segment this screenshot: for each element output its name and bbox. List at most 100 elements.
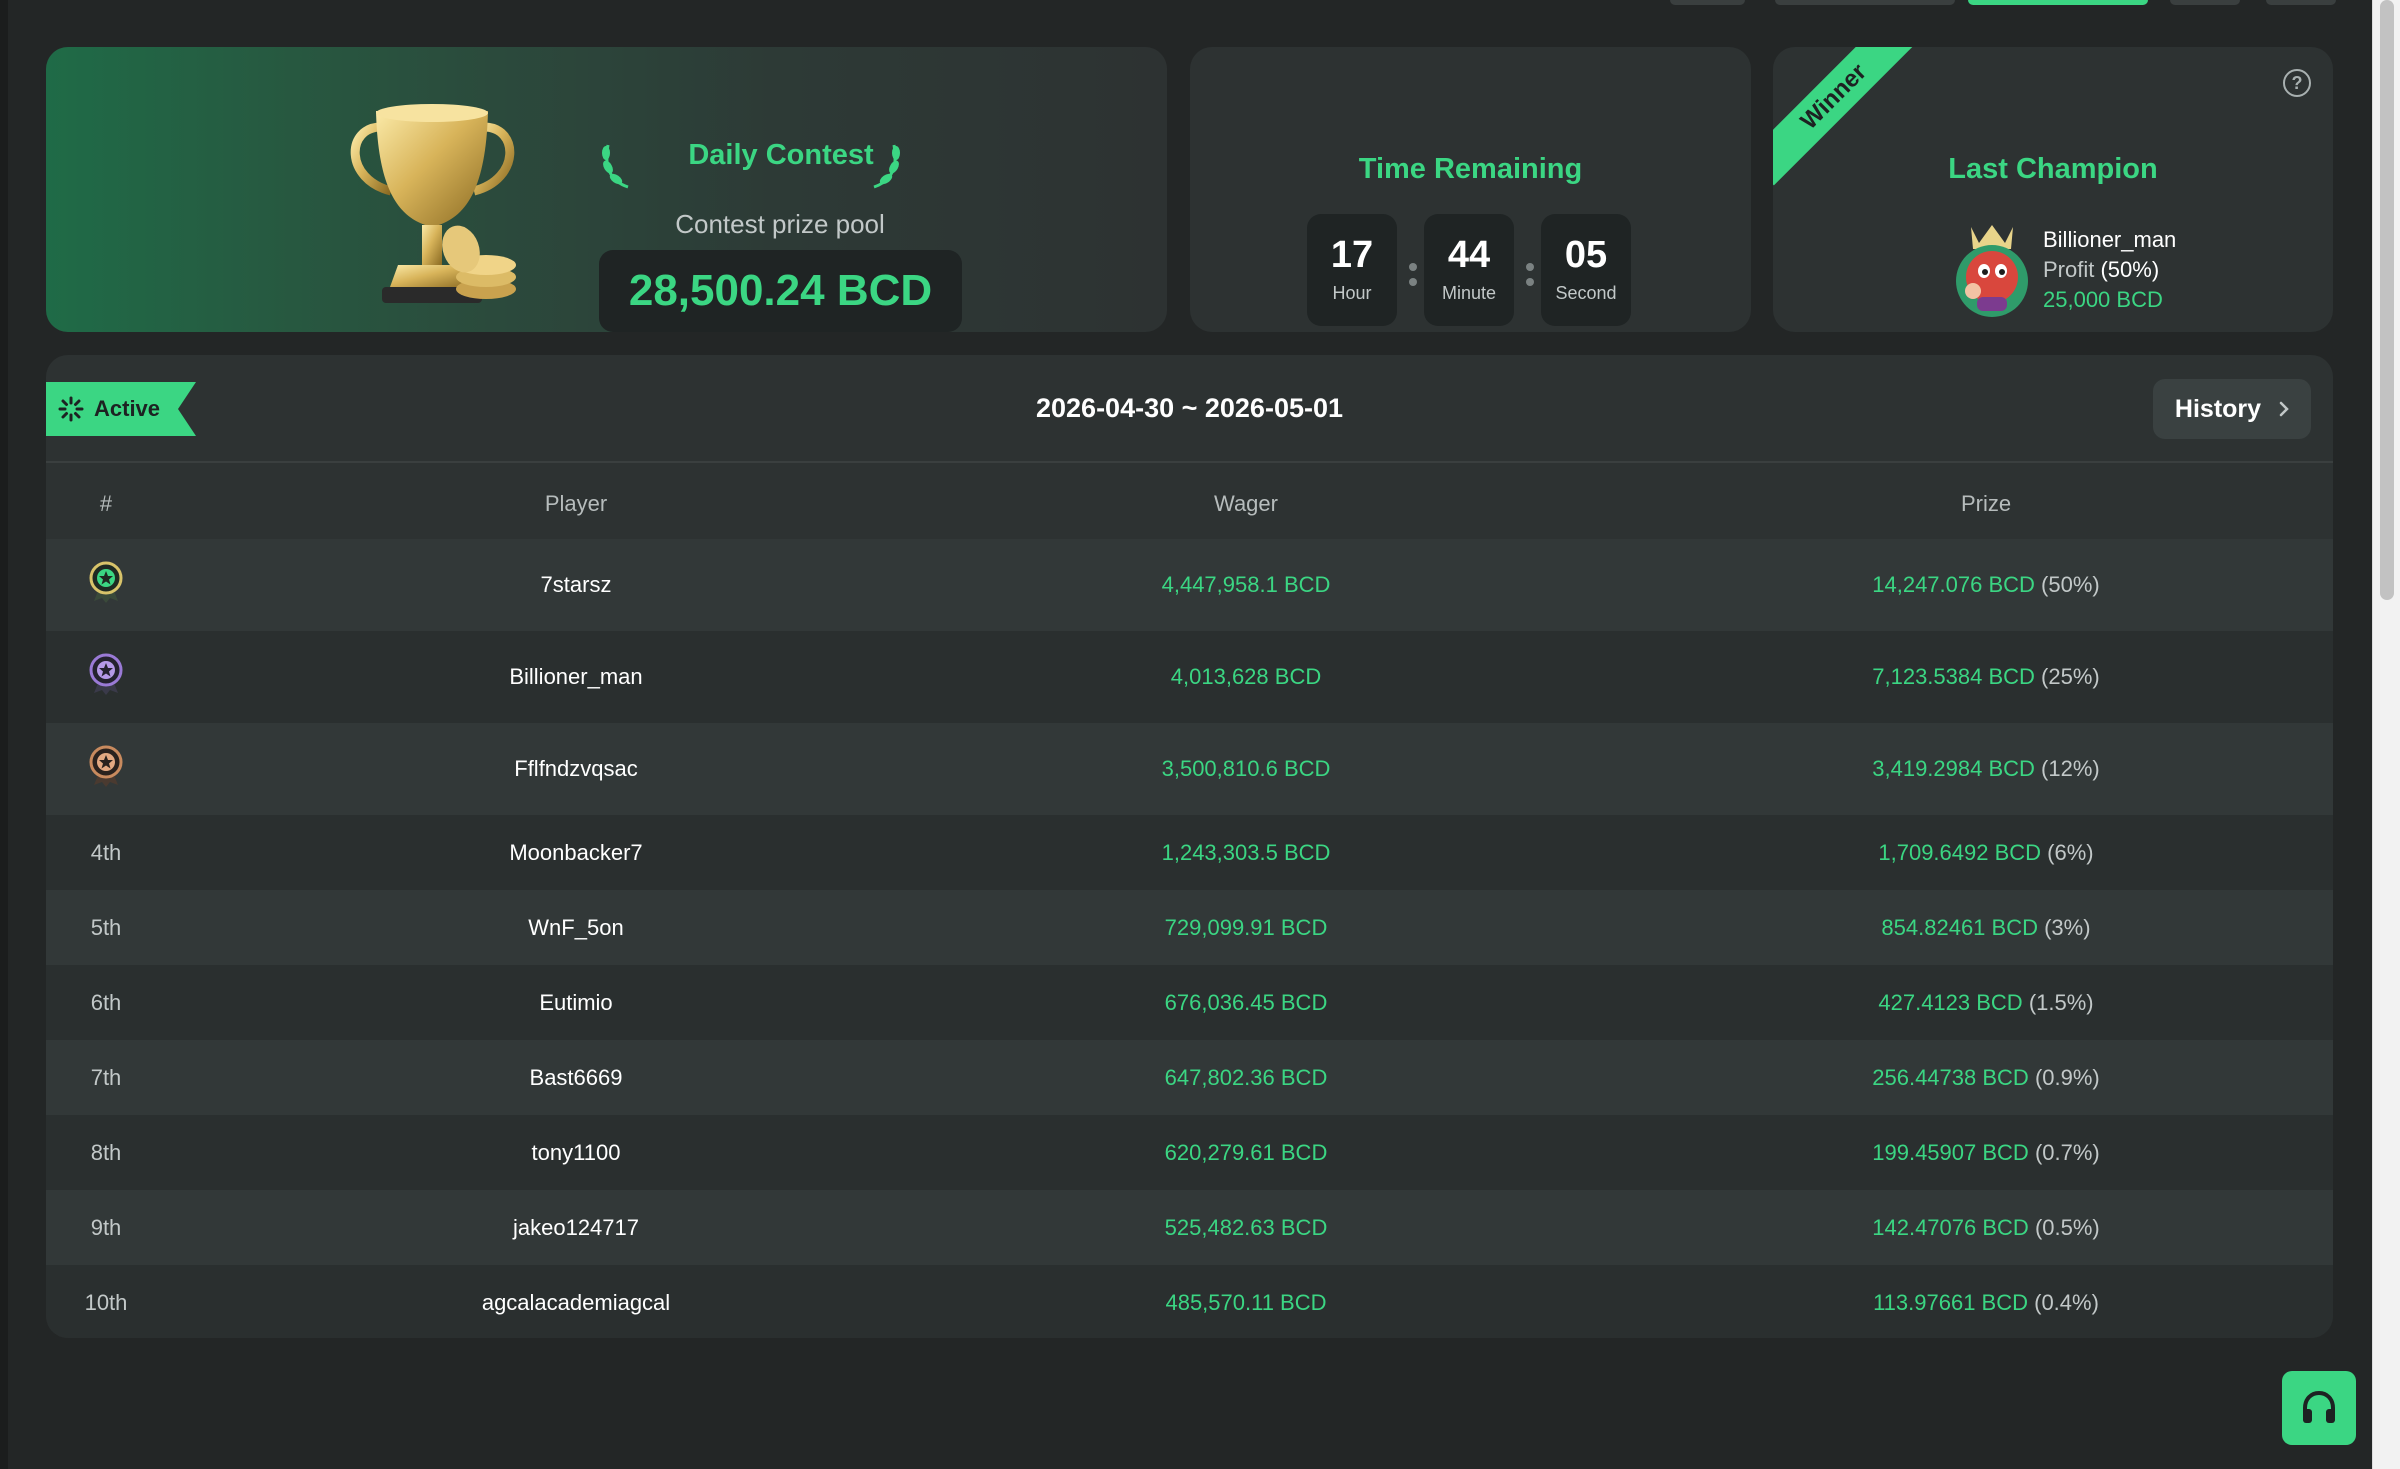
- champion-name: Billioner_man: [2043, 227, 2177, 252]
- player-name[interactable]: WnF_5on: [336, 915, 816, 941]
- gold-medal-icon: [89, 561, 123, 603]
- avatar: [1956, 225, 2028, 317]
- rank-cell: 4th: [90, 839, 122, 865]
- table-row[interactable]: Billioner_man 4,013,628 BCD 7,123.5384 B…: [46, 631, 2333, 723]
- support-button[interactable]: [2282, 1371, 2356, 1445]
- prize-percent: (12%): [2041, 756, 2100, 781]
- contest-page: Daily Contest Contest prize pool 28,500.…: [0, 0, 2372, 1469]
- rank-cell: 8th: [90, 1139, 122, 1165]
- table-row[interactable]: 4th Moonbacker7 1,243,303.5 BCD 1,709.64…: [46, 815, 2333, 890]
- rank-cell: 5th: [90, 914, 122, 940]
- prize-percent: (0.5%): [2034, 1214, 2100, 1240]
- table-row[interactable]: 7starsz 4,447,958.1 BCD 14,247.076 BCD (…: [46, 539, 2333, 631]
- prize-percent: (0.9%): [2034, 1064, 2100, 1090]
- hours-label: Hour: [1332, 283, 1372, 303]
- minutes-label: Minute: [1441, 283, 1497, 303]
- prize-percent: (0.4%): [2034, 1289, 2099, 1315]
- history-button[interactable]: History: [2153, 379, 2311, 439]
- player-name[interactable]: Billioner_man: [336, 664, 816, 690]
- top-tab-3[interactable]: [2170, 0, 2240, 5]
- headset-icon: [2303, 1390, 2335, 1423]
- last-champion-title: Last Champion: [1948, 153, 2158, 185]
- trophy-icon: [350, 104, 516, 303]
- wager-value: 4,447,958.1 BCD: [1161, 572, 1331, 597]
- time-separator: [1525, 260, 1535, 290]
- table-row[interactable]: 9th jakeo124717 525,482.63 BCD 142.47076…: [46, 1190, 2333, 1265]
- prize-cell: 256.44738 BCD (0.9%): [1666, 1065, 2306, 1091]
- table-row[interactable]: 7th Bast6669 647,802.36 BCD 256.44738 BC…: [46, 1040, 2333, 1115]
- column-player: Player: [544, 491, 608, 516]
- champion-profit-label: Profit: [2043, 257, 2095, 282]
- player-name[interactable]: agcalacademiagcal: [336, 1290, 816, 1316]
- date-range: 2026-04-30 ~ 2026-05-01: [1036, 393, 1343, 423]
- prize-percent: (25%): [2041, 664, 2100, 689]
- prize-cell: 3,419.2984 BCD (12%): [1666, 756, 2306, 782]
- time-remaining-card: Time Remaining 17 Hour 44 Minute 05 Seco…: [1190, 47, 1751, 332]
- table-row[interactable]: Fflfndzvqsac 3,500,810.6 BCD 3,419.2984 …: [46, 723, 2333, 815]
- prize-value: 1,709.6492 BCD: [1878, 839, 2042, 865]
- column-wager: Wager: [1214, 491, 1278, 516]
- player-name[interactable]: Eutimio: [336, 990, 816, 1016]
- scrollbar-thumb[interactable]: [2380, 0, 2394, 600]
- wager-value: 620,279.61 BCD: [1164, 1139, 1328, 1165]
- prize-value: 142.47076 BCD: [1872, 1214, 2029, 1240]
- table-row[interactable]: 6th Eutimio 676,036.45 BCD 427.4123 BCD …: [46, 965, 2333, 1040]
- prize-cell: 14,247.076 BCD (50%): [1666, 572, 2306, 598]
- top-tab-4[interactable]: [2266, 0, 2336, 5]
- player-name[interactable]: Fflfndzvqsac: [336, 756, 816, 782]
- minutes-box: 44 Minute: [1424, 214, 1514, 326]
- prize-cell: 854.82461 BCD (3%): [1666, 915, 2306, 941]
- prize-cell: 113.97661 BCD (0.4%): [1666, 1290, 2306, 1316]
- prize-pool-label: Contest prize pool: [675, 209, 885, 239]
- top-tab-1[interactable]: [1670, 0, 1745, 5]
- last-champion-card: Winner ? Last Champion Billioner_man Pro…: [1773, 47, 2333, 332]
- table-row[interactable]: 8th tony1100 620,279.61 BCD 199.45907 BC…: [46, 1115, 2333, 1190]
- column-rank: #: [99, 491, 113, 516]
- wager-value: 3,500,810.6 BCD: [1161, 756, 1331, 781]
- top-tab-active[interactable]: [1968, 0, 2148, 5]
- leaderboard-header: Active 2026-04-30 ~ 2026-05-01 History: [46, 355, 2333, 463]
- rank-cell: [46, 653, 166, 701]
- table-header: # Player Wager Prize: [46, 465, 2333, 539]
- prize-percent: (6%): [2047, 839, 2094, 865]
- seconds-label: Second: [1555, 283, 1617, 303]
- prize-value: 427.4123 BCD: [1878, 989, 2023, 1015]
- prize-cell: 199.45907 BCD (0.7%): [1666, 1140, 2306, 1166]
- chevron-right-icon: [2279, 401, 2289, 417]
- time-separator: [1408, 260, 1418, 290]
- table-row[interactable]: 5th WnF_5on 729,099.91 BCD 854.82461 BCD…: [46, 890, 2333, 965]
- prize-value: 14,247.076 BCD: [1872, 572, 2035, 597]
- time-remaining-title: Time Remaining: [1358, 153, 1583, 185]
- top-tab-2[interactable]: [1775, 0, 1955, 5]
- player-name[interactable]: Bast6669: [336, 1065, 816, 1091]
- column-prize: Prize: [1960, 491, 2012, 516]
- hours-box: 17 Hour: [1307, 214, 1397, 326]
- rank-cell: 10th: [84, 1289, 128, 1315]
- page-edge: [0, 0, 8, 1469]
- prize-pool-amount: 28,500.24 BCD: [599, 250, 962, 332]
- prize-value: 854.82461 BCD: [1881, 914, 2038, 940]
- leaderboard: Active 2026-04-30 ~ 2026-05-01 History #…: [46, 355, 2333, 1338]
- table-row[interactable]: 10th agcalacademiagcal 485,570.11 BCD 11…: [46, 1265, 2333, 1338]
- prize-value: 3,419.2984 BCD: [1872, 756, 2035, 781]
- prize-cell: 7,123.5384 BCD (25%): [1666, 664, 2306, 690]
- hours-value: 17: [1330, 234, 1374, 276]
- top-tab-strip: [1670, 0, 2370, 6]
- rank-cell: [46, 561, 166, 609]
- player-name[interactable]: 7starsz: [336, 572, 816, 598]
- scrollbar[interactable]: [2372, 0, 2400, 1469]
- prize-value: 7,123.5384 BCD: [1872, 664, 2035, 689]
- wager-value: 729,099.91 BCD: [1164, 914, 1328, 940]
- player-name[interactable]: tony1100: [336, 1140, 816, 1166]
- prize-cell: 427.4123 BCD (1.5%): [1666, 990, 2306, 1016]
- player-name[interactable]: jakeo124717: [336, 1215, 816, 1241]
- player-name[interactable]: Moonbacker7: [336, 840, 816, 866]
- table-body: 7starsz 4,447,958.1 BCD 14,247.076 BCD (…: [46, 539, 2333, 1338]
- prize-percent: (50%): [2041, 572, 2100, 597]
- prize-cell: 1,709.6492 BCD (6%): [1666, 840, 2306, 866]
- prize-percent: (0.7%): [2034, 1139, 2100, 1165]
- silver-medal-icon: [89, 653, 123, 695]
- question-circle-icon[interactable]: ?: [2283, 69, 2311, 97]
- prize-value: 199.45907 BCD: [1872, 1139, 2029, 1165]
- rank-cell: [46, 745, 166, 793]
